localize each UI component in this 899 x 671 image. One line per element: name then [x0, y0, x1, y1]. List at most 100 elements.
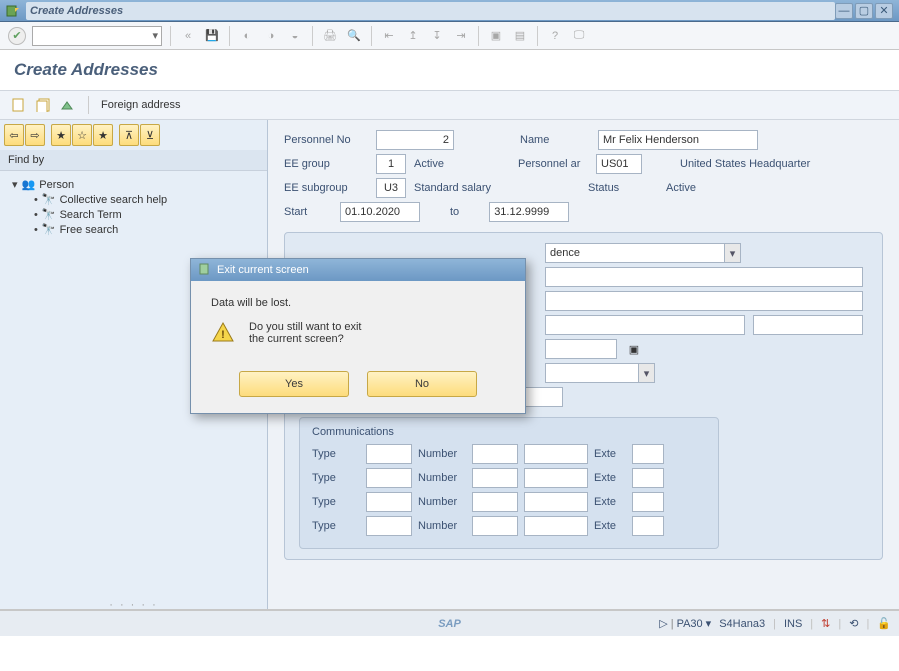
yes-button[interactable]: Yes — [239, 371, 349, 397]
nav-back-icon[interactable]: ◐ — [238, 27, 256, 45]
comm-ext-field[interactable] — [632, 444, 664, 464]
communications-group: Communications Type Number Exte Type Num… — [299, 417, 719, 549]
pers-area-label: Personnel ar — [518, 158, 588, 170]
new-session-icon[interactable]: ▣ — [487, 27, 505, 45]
last-page-icon[interactable]: ⇥ — [452, 27, 470, 45]
enter-button[interactable]: ✔ — [8, 27, 26, 45]
expand-toggle-icon[interactable]: ▾ — [12, 178, 18, 191]
comm-type-field[interactable] — [366, 516, 412, 536]
nav-prev-button[interactable]: ⇦ — [4, 124, 24, 146]
status-mode: INS — [784, 618, 802, 630]
country-value — [545, 363, 639, 383]
status-label: Status — [588, 182, 658, 194]
dialog-titlebar: Exit current screen — [191, 259, 525, 281]
overview-icon[interactable] — [58, 96, 76, 114]
fav-add-button[interactable]: ★ — [51, 124, 71, 146]
tree-item-search-term[interactable]: • 🔭 Search Term — [12, 207, 255, 222]
shortcut-icon[interactable]: ▤ — [511, 27, 529, 45]
print-icon[interactable]: 🖨 — [321, 27, 339, 45]
doc-new-icon[interactable] — [10, 96, 28, 114]
tcode-text: PA30 — [677, 618, 703, 630]
save-icon[interactable]: 💾 — [203, 27, 221, 45]
comm-type-field[interactable] — [366, 468, 412, 488]
status-graph-icon[interactable]: ⇅ — [821, 617, 830, 630]
comm-ext-field[interactable] — [632, 492, 664, 512]
country-combo[interactable]: ▾ — [545, 363, 655, 383]
help-icon[interactable]: ? — [546, 27, 564, 45]
start-date-field[interactable]: 01.10.2020 — [340, 202, 420, 222]
comm-number-field-2[interactable] — [524, 468, 588, 488]
back-icon[interactable]: « — [179, 27, 197, 45]
find-icon[interactable]: 🔍 — [345, 27, 363, 45]
dropdown-icon[interactable]: ▾ — [639, 363, 655, 383]
dialog-button-row: Yes No — [191, 357, 525, 413]
comm-number-field-1[interactable] — [472, 516, 518, 536]
ee-subgroup-value: U3 — [376, 178, 406, 198]
page-title: Create Addresses — [0, 50, 899, 90]
address-type-combo[interactable]: dence ▾ — [545, 243, 741, 263]
comm-ext-field[interactable] — [632, 468, 664, 488]
end-date-field[interactable]: 31.12.9999 — [489, 202, 569, 222]
nav-next-button[interactable]: ⇨ — [25, 124, 45, 146]
tree-item-collective-search[interactable]: • 🔭 Collective search help — [12, 192, 255, 207]
no-button[interactable]: No — [367, 371, 477, 397]
nav-cancel-icon[interactable]: ◒ — [286, 27, 304, 45]
address-field-3a[interactable] — [545, 315, 745, 335]
collapse-all-button[interactable]: ⊻ — [140, 124, 160, 146]
fav-del-button[interactable]: ★ — [93, 124, 113, 146]
fav-button[interactable]: ☆ — [72, 124, 92, 146]
comm-type-field[interactable] — [366, 492, 412, 512]
bullet-icon: • — [34, 194, 38, 206]
comm-number-field-1[interactable] — [472, 468, 518, 488]
pane-resize-handle[interactable]: · · · · · — [0, 599, 267, 609]
tree-item-label: Search Term — [60, 209, 122, 221]
status-lock-icon[interactable]: 🔓 — [877, 617, 891, 630]
comm-ext-field[interactable] — [632, 516, 664, 536]
close-button[interactable]: ✕ — [875, 3, 893, 19]
dialog-text-line1: Data will be lost. — [211, 297, 505, 309]
foreign-address-button[interactable]: Foreign address — [101, 99, 181, 111]
minimize-button[interactable]: — — [835, 3, 853, 19]
ee-subgroup-text: Standard salary — [414, 182, 580, 194]
comm-number-field-1[interactable] — [472, 492, 518, 512]
dropdown-icon[interactable]: ▾ — [725, 243, 741, 263]
address-field-2[interactable] — [545, 291, 863, 311]
comm-type-label: Type — [312, 472, 360, 484]
comm-number-field-2[interactable] — [524, 444, 588, 464]
doc-copy-icon[interactable] — [34, 96, 52, 114]
status-system[interactable]: S4Hana3 — [719, 618, 765, 630]
address-field-4[interactable] — [545, 339, 617, 359]
comm-number-field-1[interactable] — [472, 444, 518, 464]
exit-confirmation-dialog: Exit current screen Data will be lost. !… — [190, 258, 526, 414]
maximize-button[interactable]: ▢ — [855, 3, 873, 19]
comm-number-field-2[interactable] — [524, 492, 588, 512]
comm-number-label: Number — [418, 496, 466, 508]
status-sync-icon[interactable]: ⟲ — [849, 617, 858, 630]
next-page-icon[interactable]: ↧ — [428, 27, 446, 45]
prev-page-icon[interactable]: ↥ — [404, 27, 422, 45]
app-icon — [6, 4, 20, 18]
nav-exit-icon[interactable]: ◑ — [262, 27, 280, 45]
comm-number-field-2[interactable] — [524, 516, 588, 536]
toolbar-separator — [88, 96, 89, 114]
toolbar-separator — [478, 26, 479, 46]
main-toolbar: ✔ ▾ « 💾 ◐ ◑ ◒ 🖨 🔍 ⇤ ↥ ↧ ⇥ ▣ ▤ ? 🖵 — [0, 22, 899, 50]
first-page-icon[interactable]: ⇤ — [380, 27, 398, 45]
personnel-no-label: Personnel No — [284, 134, 368, 146]
tree-root-label: Person — [39, 179, 74, 191]
layout-icon[interactable]: 🖵 — [570, 27, 588, 45]
tree-item-free-search[interactable]: • 🔭 Free search — [12, 222, 255, 237]
command-field[interactable]: ▾ — [32, 26, 162, 46]
comm-ext-label: Exte — [594, 448, 626, 460]
address-field-3b[interactable] — [753, 315, 863, 335]
comm-row: Type Number Exte — [312, 516, 706, 536]
comm-type-label: Type — [312, 496, 360, 508]
comm-type-field[interactable] — [366, 444, 412, 464]
address-field-1[interactable] — [545, 267, 863, 287]
status-sep: | — [773, 618, 776, 630]
expand-all-button[interactable]: ⊼ — [119, 124, 139, 146]
status-tcode[interactable]: ▷ | PA30 ▾ — [659, 617, 711, 630]
tree-root-person[interactable]: ▾ 👥 Person — [12, 177, 255, 192]
search-help-icon[interactable]: ▣ — [625, 343, 643, 356]
status-sep: | — [866, 618, 869, 630]
